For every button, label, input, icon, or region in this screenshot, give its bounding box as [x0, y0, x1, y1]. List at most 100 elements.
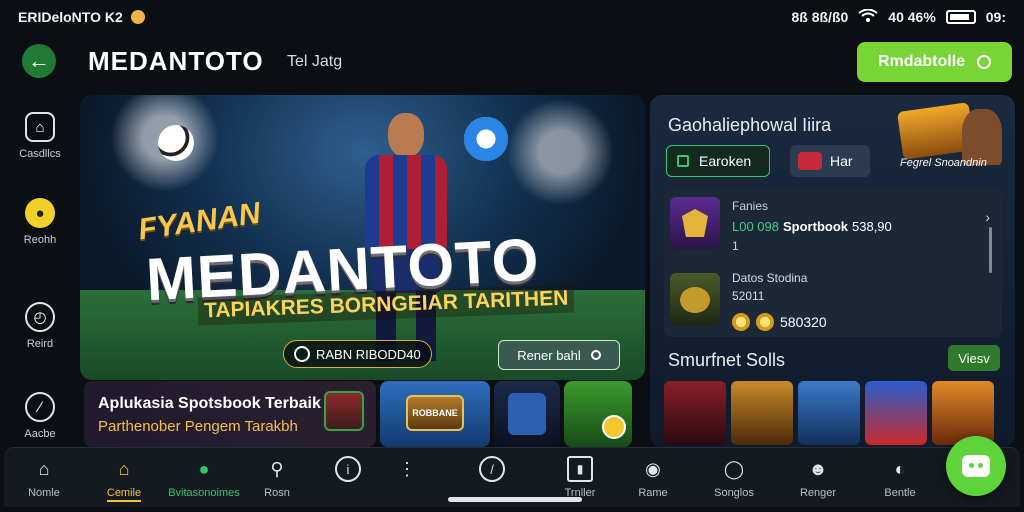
- game-tile-1[interactable]: ROBBANE: [380, 381, 490, 447]
- app-header: ← MEDANTOTO Tel Jatg Rmdabtolle: [0, 38, 1024, 84]
- nav-item-bvitasonoimes[interactable]: ● Bvitasonoimes: [168, 456, 240, 500]
- nav-item-trnller[interactable]: ▮ Trnller: [544, 456, 616, 499]
- game-thumb-4[interactable]: [865, 381, 927, 445]
- filter-chip-earoken[interactable]: Earoken: [666, 145, 770, 177]
- card-coins: 580320: [732, 313, 827, 331]
- header-subtitle: Tel Jatg: [287, 53, 343, 70]
- card-scrollbar[interactable]: [989, 227, 992, 273]
- sportsbook-card[interactable]: Fanies L00 098 Sportbook 538,90 1 › Datos …: [664, 187, 1002, 337]
- nav-label: Rame: [638, 487, 668, 499]
- coin-icon: [756, 313, 774, 331]
- card-row2-label: Datos Stodina: [732, 271, 808, 285]
- nav-label: Bentle: [884, 487, 916, 499]
- nav-item-home[interactable]: ⌂ Nomle: [8, 456, 80, 500]
- card-row1-label: Fanies: [732, 199, 769, 213]
- nav-label: Renger: [799, 487, 837, 499]
- nav-item-clock[interactable]: /: [456, 456, 528, 487]
- game-thumb-5[interactable]: [932, 381, 994, 445]
- ticket-icon: ▮: [567, 456, 593, 482]
- status-left-text: ERIDeloNTO K2: [18, 9, 123, 25]
- house-icon: ⌂: [118, 458, 130, 479]
- nav-item-songlos[interactable]: ◯ Songlos: [698, 456, 770, 500]
- gamepad-icon: ◉: [645, 458, 661, 479]
- brand-title: MEDANTOTO: [88, 46, 264, 76]
- nav-item-more[interactable]: ⋮: [371, 456, 443, 487]
- rail-item-reohh[interactable]: ● Reohh: [0, 198, 80, 246]
- card-row1-code: L00 098: [732, 219, 779, 234]
- chip-label: Har: [830, 153, 853, 169]
- home-icon: ⌂: [38, 458, 50, 479]
- card-row1-sub: 1: [732, 239, 739, 253]
- card-coins-amount: 580320: [780, 314, 827, 330]
- shield-icon: ◯: [723, 458, 745, 479]
- chat-fab-button[interactable]: [946, 436, 1006, 496]
- nav-label: Songlos: [714, 487, 754, 499]
- game-tile-label: ROBBANE: [406, 395, 464, 431]
- hero-action-button[interactable]: Rener bahl: [498, 340, 620, 370]
- info-icon: i: [335, 456, 361, 482]
- game-tile-2[interactable]: [494, 381, 560, 447]
- hero-pill-label: RABN RIBODD40: [316, 346, 421, 362]
- battery-percent: 40 46%: [888, 9, 936, 25]
- header-cta-button[interactable]: Rmdabtolle: [857, 42, 1012, 82]
- trophy-icon: [670, 273, 720, 325]
- rail-item-label: Reohh: [23, 234, 57, 246]
- hero-pill-button[interactable]: RABN RIBODD40: [283, 340, 432, 368]
- filter-chip-har[interactable]: Har: [790, 145, 870, 177]
- rail-item-reird[interactable]: ◴ Reird: [0, 302, 80, 350]
- game-thumb-2[interactable]: [731, 381, 793, 445]
- chevron-right-icon[interactable]: ›: [985, 209, 990, 225]
- compass-icon: ∕: [25, 392, 55, 422]
- nav-label: Bvitasonoimes: [168, 487, 240, 499]
- square-icon: [677, 155, 689, 167]
- nav-label: Nomle: [28, 487, 60, 499]
- home-indicator[interactable]: [448, 497, 582, 502]
- status-bar: ERIDeloNTO K2 8ß 8ß/ß0 40 46% 09:: [0, 0, 1024, 34]
- rail-item-aacbe[interactable]: ∕ Aacbe: [0, 392, 80, 440]
- back-button[interactable]: ←: [22, 44, 56, 78]
- nav-item-cemile[interactable]: ⌂ Cemile: [88, 456, 160, 502]
- shield-icon: [670, 197, 720, 249]
- promo-card[interactable]: Aplukasia Spotsbook Terbaik Parthenober …: [84, 381, 376, 447]
- nav-item-renger[interactable]: ☻ Renger: [782, 456, 854, 500]
- robot-icon: [508, 393, 546, 435]
- right-panel: Gaohaliephowal Iiira Earoken Har Fegrel …: [650, 95, 1015, 447]
- chat-bubble-icon: [962, 455, 990, 477]
- gauge-icon: ◐: [894, 458, 906, 479]
- nav-item-bentle[interactable]: ◐ Bentle: [864, 456, 936, 500]
- dots-icon: ⋮: [398, 458, 416, 479]
- rail-item-casino[interactable]: ⌂ Casdllcs: [0, 112, 80, 160]
- poker-chip-icon: [464, 117, 508, 161]
- user-icon: ☻: [808, 458, 828, 479]
- coin-icon: [602, 415, 626, 439]
- dice-icon: [798, 152, 822, 170]
- view-all-button[interactable]: Viesv: [948, 345, 1000, 371]
- game-thumb-1[interactable]: [664, 381, 726, 445]
- hero-banner[interactable]: FYANAN MEDANTOTO TAPIAKRES BORNGEIAR TAR…: [80, 95, 645, 380]
- treasure-chest-icon: [324, 391, 364, 431]
- nav-item-rame[interactable]: ◉ Rame: [617, 456, 689, 500]
- badge-caption: Fegrel Snoandnin: [900, 157, 987, 169]
- game-tile-3[interactable]: [564, 381, 632, 447]
- card-row1-details: L00 098 Sportbook 538,90: [732, 219, 892, 234]
- nav-label: Cemile: [106, 487, 142, 502]
- circle-icon: [590, 350, 601, 360]
- search-icon: ⚲: [270, 458, 284, 479]
- game-thumb-3[interactable]: [798, 381, 860, 445]
- promo-badge[interactable]: Fegrel Snoandnin: [880, 95, 1005, 179]
- notification-icon: [130, 10, 145, 24]
- coin-icon: [732, 313, 750, 331]
- rail-item-label: Aacbe: [24, 428, 56, 440]
- rail-item-label: Casdllcs: [19, 148, 61, 160]
- timer-icon: ◴: [25, 302, 55, 332]
- panel-title: Gaohaliephowal Iiira: [668, 115, 832, 135]
- chip-label: Earoken: [699, 153, 752, 169]
- circle-icon: [977, 55, 992, 69]
- hero-button-label: Rener bahl: [517, 347, 581, 363]
- nav-item-search[interactable]: ⚲ Rosn: [241, 456, 313, 500]
- battery-icon: [945, 10, 976, 24]
- signal-text: 8ß 8ß/ß0: [791, 9, 849, 25]
- coin-icon: ●: [25, 198, 55, 228]
- card-row1-product: Sportbook: [783, 219, 848, 234]
- side-rail: ⌂ Casdllcs ● Reohh ◴ Reird ∕ Aacbe: [0, 94, 80, 446]
